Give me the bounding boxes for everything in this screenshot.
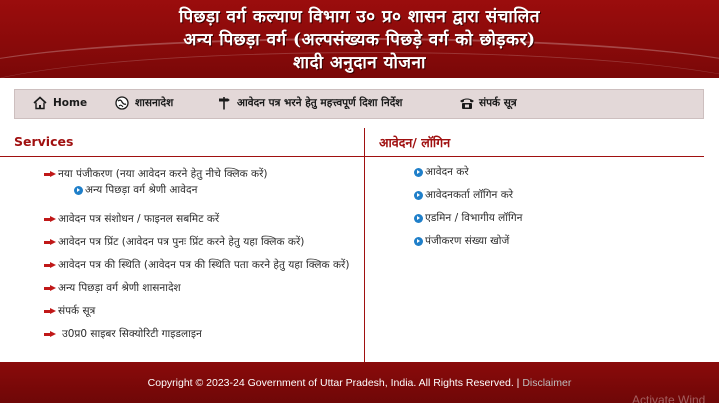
footer: Copyright © 2023-24 Government of Uttar … <box>0 362 719 403</box>
bullet-arrow-icon <box>414 167 423 177</box>
column-divider <box>364 128 365 362</box>
arrow-right-icon <box>44 261 56 269</box>
service-print-application[interactable]: आवेदन पत्र प्रिंट (आवेदन पत्र पुनः प्रिं… <box>44 235 304 249</box>
service-application-status[interactable]: आवेदन पत्र की स्थिति (आवेदन पत्र की स्थि… <box>44 258 349 272</box>
service-cyber-security[interactable]: उ0प्र0 साइबर सिक्योरिटी गाइडलाइन <box>44 327 202 341</box>
service-label: अन्य पिछड़ा वर्ग श्रेणी आवेदन <box>85 184 198 196</box>
service-label: आवेदन पत्र प्रिंट (आवेदन पत्र पुनः प्रिं… <box>58 236 305 248</box>
footer-copyright-line: Copyright © 2023-24 Government of Uttar … <box>0 377 719 389</box>
login-title-rule <box>365 156 704 157</box>
bullet-arrow-icon <box>414 236 423 246</box>
arrow-right-icon <box>44 170 56 178</box>
service-obc-application[interactable]: अन्य पिछड़ा वर्ग श्रेणी आवेदन <box>74 183 197 197</box>
login-label: एडमिन / विभागीय लॉगिन <box>425 212 523 224</box>
services-title-rule <box>0 156 364 157</box>
globe-icon <box>115 96 129 110</box>
login-applicant[interactable]: आवेदनकर्ता लॉगिन करे <box>414 188 513 202</box>
login-title: आवेदन/ लॉगिन <box>379 135 451 150</box>
activation-watermark: Activate Wind <box>632 393 706 403</box>
login-admin[interactable]: एडमिन / विभागीय लॉगिन <box>414 211 522 225</box>
login-apply[interactable]: आवेदन करे <box>414 165 469 179</box>
nav-shasanadesh-label: शासनादेश <box>135 97 174 109</box>
header-title-line-1: पिछड़ा वर्ग कल्याण विभाग उ० प्र० शासन द्… <box>179 7 540 27</box>
arrow-right-icon <box>44 284 56 292</box>
disclaimer-link[interactable]: Disclaimer <box>522 377 571 389</box>
bullet-arrow-icon <box>74 185 83 195</box>
nav-item-shasanadesh[interactable]: शासनादेश <box>115 96 173 110</box>
service-contact[interactable]: संपर्क सूत्र <box>44 304 95 318</box>
service-label: उ0प्र0 साइबर सिक्योरिटी गाइडलाइन <box>62 328 202 340</box>
login-label: पंजीकरण संख्या खोजें <box>425 235 510 247</box>
login-search-registration[interactable]: पंजीकरण संख्या खोजें <box>414 234 509 248</box>
arrow-right-icon <box>44 330 56 338</box>
arrow-right-icon <box>44 215 56 223</box>
header-banner: पिछड़ा वर्ग कल्याण विभाग उ० प्र० शासन द्… <box>0 0 719 78</box>
service-label: आवेदन पत्र की स्थिति (आवेदन पत्र की स्थि… <box>58 259 350 271</box>
service-label: नया पंजीकरण (नया आवेदन करने हेतु नीचे क्… <box>58 168 268 180</box>
service-modify-submit[interactable]: आवेदन पत्र संशोधन / फाइनल सबमिट करें <box>44 212 219 226</box>
nav-bar: Home शासनादेश आवेदन पत्र भरने हेतु महत्त… <box>14 89 704 119</box>
header-gap <box>0 78 719 86</box>
services-title: Services <box>14 134 74 149</box>
service-label: आवेदन पत्र संशोधन / फाइनल सबमिट करें <box>58 213 220 225</box>
service-obc-shasanadesh[interactable]: अन्य पिछड़ा वर्ग श्रेणी शासनादेश <box>44 281 181 295</box>
service-new-registration[interactable]: नया पंजीकरण (नया आवेदन करने हेतु नीचे क्… <box>44 167 268 181</box>
copyright-text: Copyright © 2023-24 Government of Uttar … <box>147 377 520 389</box>
service-label: संपर्क सूत्र <box>58 305 96 317</box>
header-title-line-2: अन्य पिछड़ा वर्ग (अल्पसंख्यक पिछड़े वर्ग… <box>183 30 536 50</box>
nav-contact-label: संपर्क सूत्र <box>479 97 517 109</box>
nav-item-guidelines[interactable]: आवेदन पत्र भरने हेतु महत्त्वपूर्ण दिशा न… <box>217 96 402 110</box>
home-icon <box>33 96 47 110</box>
nav-guidelines-label: आवेदन पत्र भरने हेतु महत्त्वपूर्ण दिशा न… <box>237 97 403 109</box>
service-label: अन्य पिछड़ा वर्ग श्रेणी शासनादेश <box>58 282 181 294</box>
telephone-icon <box>459 96 474 110</box>
main-content: Services आवेदन/ लॉगिन नया पंजीकरण (नया आ… <box>0 128 719 362</box>
login-label: आवेदन करे <box>425 166 469 178</box>
login-label: आवेदनकर्ता लॉगिन करे <box>425 189 514 201</box>
arrow-right-icon <box>44 238 56 246</box>
bullet-arrow-icon <box>414 190 423 200</box>
nav-item-contact[interactable]: संपर्क सूत्र <box>459 96 517 110</box>
nav-home-label: Home <box>53 97 88 109</box>
bullet-arrow-icon <box>414 213 423 223</box>
header-title-line-3: शादी अनुदान योजना <box>293 53 426 73</box>
nav-item-home[interactable]: Home <box>33 96 87 110</box>
signpost-icon <box>217 96 231 110</box>
arrow-right-icon <box>44 307 56 315</box>
